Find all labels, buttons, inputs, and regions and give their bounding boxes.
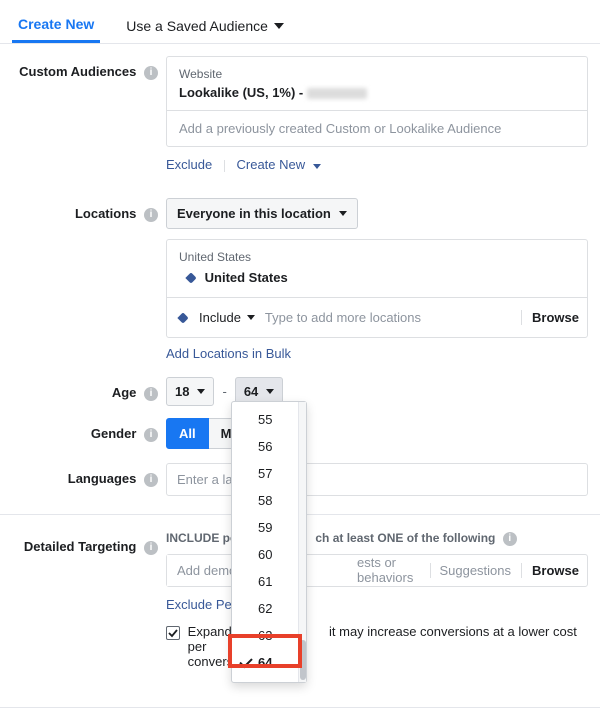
audience-source-tag: Website [179,67,575,81]
age-option-selected[interactable]: 64 [232,649,298,676]
selected-country: United States [205,270,288,285]
info-icon[interactable]: i [144,387,158,401]
locations-label: Locations [75,206,136,221]
gender-label-col: Gender i [12,418,166,449]
info-icon[interactable]: i [144,473,158,487]
age-option[interactable]: 63 [232,622,298,649]
age-label-col: Age i [12,377,166,406]
locations-box: United States United States Include Brow… [166,239,588,338]
age-max-value: 64 [244,384,258,399]
age-option[interactable]: 65+ [232,676,298,682]
age-max-options-menu: 55 56 57 58 59 60 61 62 63 64 65+ [231,401,307,683]
browse-targeting-button[interactable]: Browse [521,563,579,578]
chevron-down-icon [339,211,347,216]
location-region-heading: United States [179,250,575,264]
languages-input[interactable] [166,463,588,496]
info-icon[interactable]: i [144,428,158,442]
age-section: Age i 18 - 64 55 56 57 58 59 60 61 62 63 [0,361,600,406]
link-divider [224,160,225,172]
age-option[interactable]: 55 [232,406,298,433]
locations-input-row: Include Browse [167,297,587,337]
age-label: Age [112,385,137,400]
location-scope-label: Everyone in this location [177,206,331,221]
custom-audiences-box: Website Lookalike (US, 1%) - Add a previ… [166,56,588,147]
include-heading-post: ch at least ONE of the following [315,531,495,545]
gender-all-button[interactable]: All [166,418,209,449]
languages-label: Languages [68,471,137,486]
info-icon[interactable]: i [144,208,158,222]
custom-audiences-label-col: Custom Audiences i [12,56,166,172]
age-option[interactable]: 58 [232,487,298,514]
exclude-link[interactable]: Exclude [166,157,212,172]
tab-saved-audience[interactable]: Use a Saved Audience [120,10,290,42]
age-option[interactable]: 59 [232,514,298,541]
chevron-down-icon [274,23,284,29]
add-locations-bulk-link[interactable]: Add Locations in Bulk [166,346,291,361]
info-icon[interactable]: i [144,66,158,80]
detailed-targeting-label: Detailed Targeting [24,539,136,554]
browse-locations-button[interactable]: Browse [521,310,579,325]
age-option[interactable]: 61 [232,568,298,595]
expand-text-line2: conversi [188,654,236,669]
age-option[interactable]: 60 [232,541,298,568]
create-new-label: Create New [237,157,306,172]
location-scope-dropdown[interactable]: Everyone in this location [166,198,358,229]
redacted-name [307,88,367,99]
age-option[interactable]: 56 [232,433,298,460]
scrollbar-thumb[interactable] [300,640,306,680]
locations-input[interactable] [259,304,520,331]
audience-tabs: Create New Use a Saved Audience [0,0,600,44]
dropdown-scrollbar[interactable] [298,402,306,682]
tab-create-new[interactable]: Create New [12,8,100,43]
detailed-targeting-label-col: Detailed Targeting i [12,531,166,669]
custom-audiences-label: Custom Audiences [19,64,136,79]
age-min-value: 18 [175,384,189,399]
include-toggle[interactable]: Include [175,308,259,327]
include-label: Include [199,310,241,325]
age-min-dropdown[interactable]: 18 [166,377,214,406]
gender-segment-group: All Me [166,418,588,449]
age-option[interactable]: 62 [232,595,298,622]
locations-label-col: Locations i [12,198,166,361]
location-pin-icon [177,312,188,323]
age-options-list: 55 56 57 58 59 60 61 62 63 64 65+ [232,402,298,682]
check-icon [168,628,178,638]
expand-interests-row: Expand it may increase conversions at a … [166,624,588,669]
age-range-dash: - [222,384,226,399]
age-option[interactable]: 57 [232,460,298,487]
placeholder-tail: ests or behaviors [357,555,430,585]
languages-label-col: Languages i [12,463,166,496]
info-icon[interactable]: i [144,541,158,555]
custom-audiences-section: Custom Audiences i Website Lookalike (US… [0,44,600,172]
location-pin-icon [185,272,196,283]
detailed-targeting-input-row: ests or behaviors Suggestions Browse [166,554,588,587]
include-heading-pre: INCLUDE pe [166,531,237,545]
chevron-down-icon [313,164,321,169]
suggestions-button[interactable]: Suggestions [430,563,511,578]
info-icon[interactable]: i [503,532,517,546]
lookalike-audience-name: Lookalike (US, 1%) - [179,85,307,100]
expand-text-pre: Expand [188,624,232,639]
expand-interests-checkbox[interactable] [166,626,180,640]
chevron-down-icon [266,389,274,394]
tab-saved-audience-label: Use a Saved Audience [126,18,268,34]
chevron-down-icon [247,315,255,320]
add-audience-input[interactable]: Add a previously created Custom or Looka… [167,110,587,146]
include-heading: INCLUDE pe ch at least ONE of the follow… [166,531,588,546]
chevron-down-icon [197,389,205,394]
locations-section: Locations i Everyone in this location Un… [0,172,600,361]
create-new-link[interactable]: Create New [237,157,321,172]
gender-label: Gender [91,426,137,441]
